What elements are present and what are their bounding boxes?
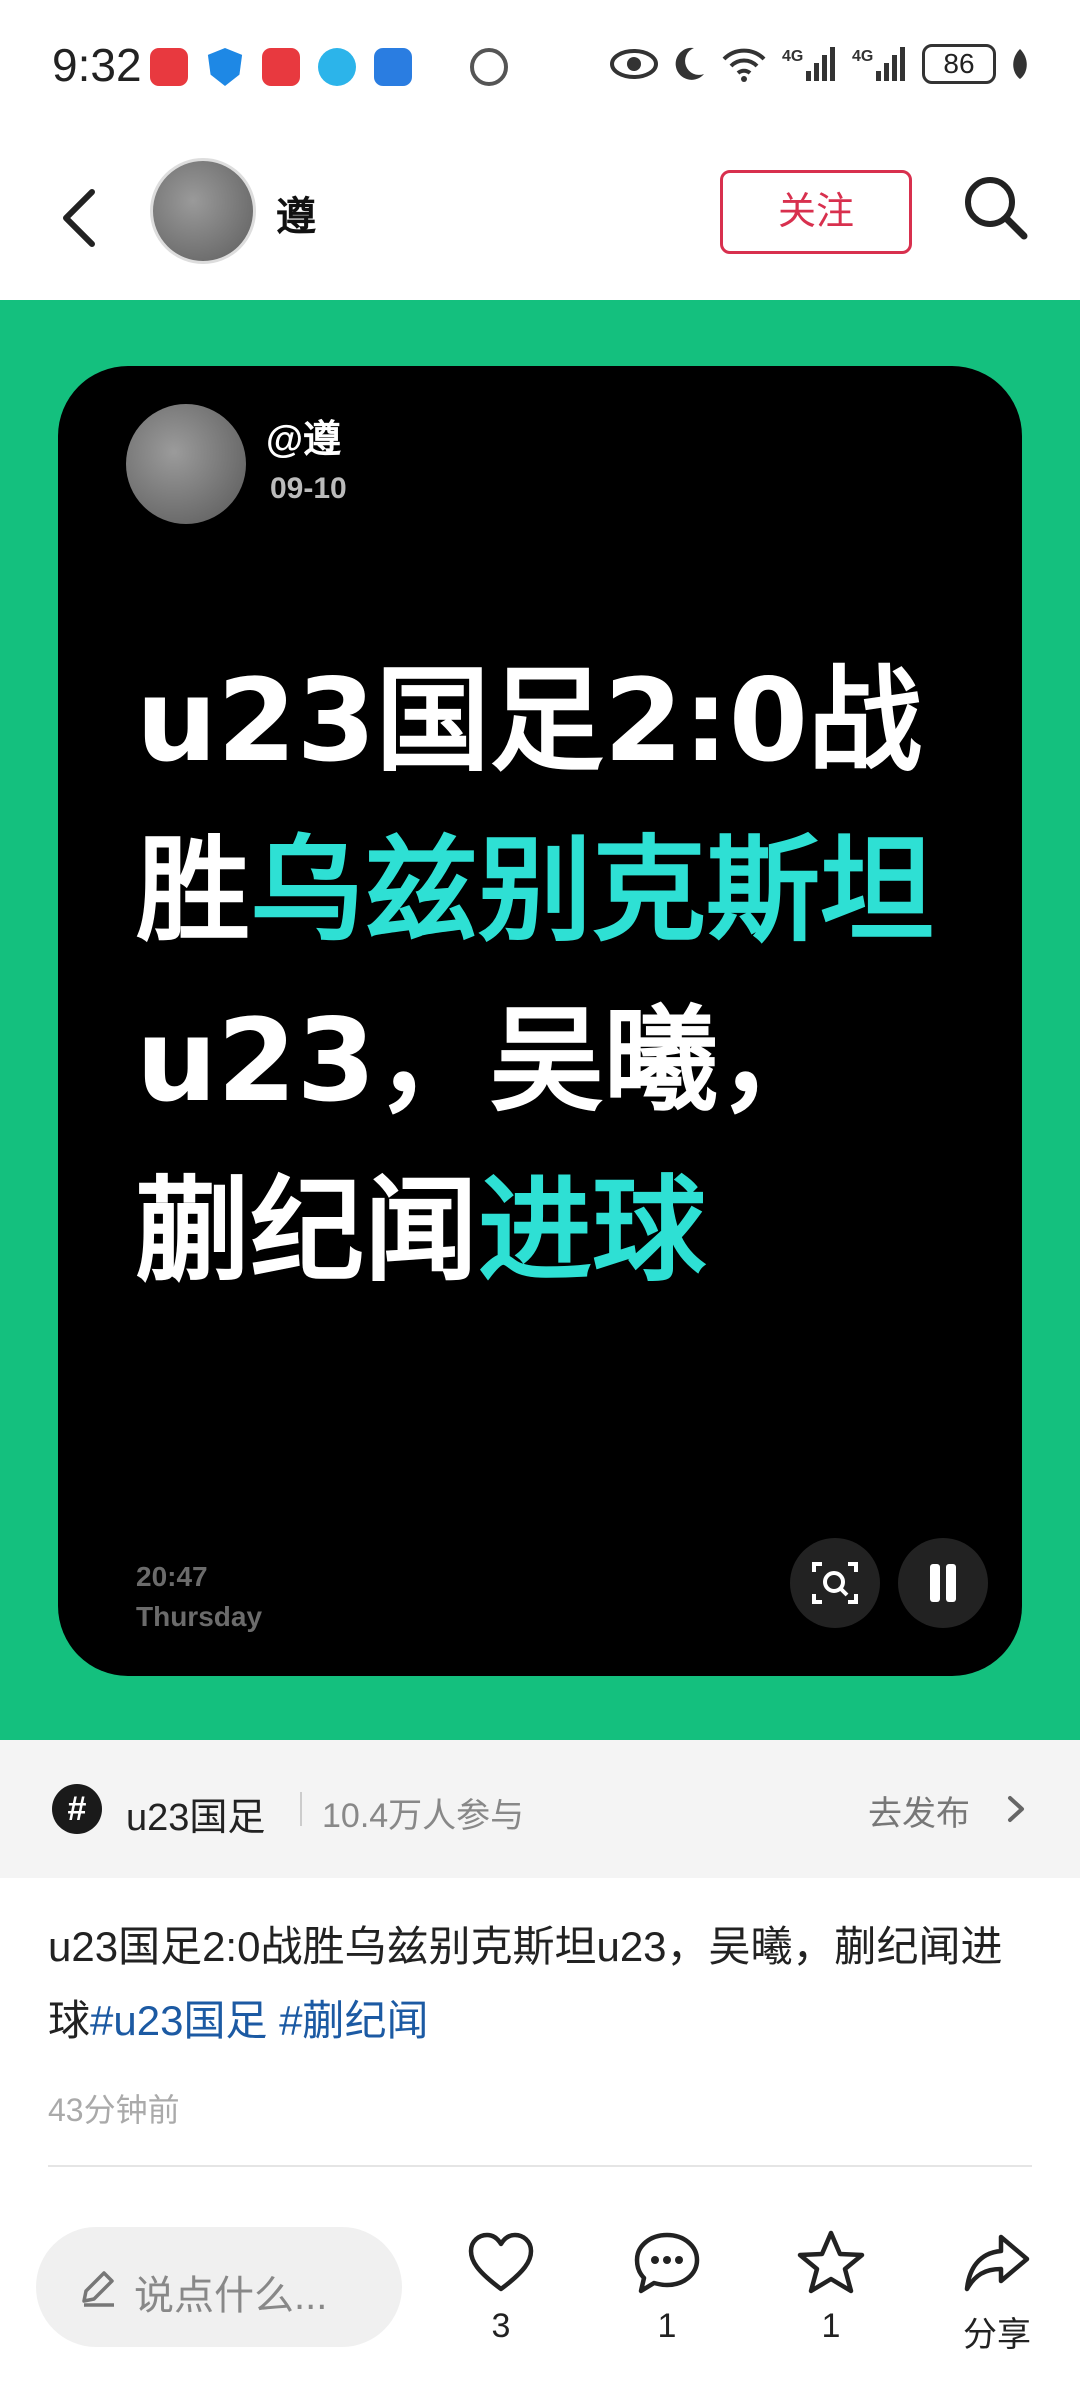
favorite-count: 1 (821, 2307, 841, 2345)
topic-participants: 10.4万人参与 (322, 1797, 525, 1835)
post-time: 43分钟前 (48, 2092, 180, 2128)
system-icons: 4G 4G 86 (610, 44, 1030, 84)
media-area: @遵 09-10 u23国足2:0战胜乌兹别克斯坦u23，吴曦，蒯纪闻进球 20… (0, 300, 1080, 1740)
huawei-app-icon (262, 48, 300, 86)
header: 遵 关注 (0, 140, 1080, 300)
like-button[interactable]: 3 (446, 2227, 556, 2377)
hashtag-link[interactable]: #蒯纪闻 (279, 1997, 428, 2044)
favorite-button[interactable]: 1 (776, 2227, 886, 2377)
status-bar: 9:32 4G 4G 86 (0, 0, 1080, 130)
card-date: 09-10 (270, 472, 347, 505)
comment-count: 1 (657, 2307, 677, 2345)
star-icon (797, 2230, 865, 2294)
share-icon (964, 2234, 1030, 2292)
headline-part-highlight: 乌兹别克斯坦 (250, 824, 935, 957)
moon-icon (675, 47, 704, 80)
svg-text:4G: 4G (782, 48, 803, 65)
blue-app-icon (374, 48, 412, 86)
divider (48, 2165, 1032, 2167)
header-username[interactable]: 遵 (276, 184, 316, 242)
heart-icon (468, 2232, 534, 2292)
signal-4g-icon: 4G (852, 47, 905, 81)
comment-bubble-icon (634, 2232, 700, 2294)
like-count: 3 (491, 2307, 511, 2345)
card-username: @遵 (266, 419, 342, 461)
notification-icons (150, 48, 508, 86)
pause-icon (930, 1564, 940, 1602)
image-scan-button[interactable] (790, 1538, 880, 1628)
comment-placeholder: 说点什么... (134, 2274, 328, 2318)
signal-4g-icon: 4G (782, 47, 835, 81)
shield-app-icon (207, 48, 243, 86)
browser-app-icon (318, 48, 356, 86)
chevron-left-icon (63, 189, 95, 247)
hashtag-link[interactable]: #u23国足 (90, 1997, 267, 2044)
card-time: 20:47 (136, 1561, 208, 1592)
battery-indicator: 86 (922, 44, 996, 84)
share-label: 分享 (963, 2316, 1031, 2354)
leaf-icon (1013, 49, 1027, 79)
pause-icon (946, 1564, 956, 1602)
share-button[interactable]: 分享 (942, 2227, 1052, 2377)
comment-button[interactable]: 1 (612, 2227, 722, 2377)
topic-name[interactable]: u23国足 (126, 1786, 265, 1841)
card-day: Thursday (136, 1601, 263, 1632)
search-button[interactable] (960, 172, 1030, 242)
svg-text:4G: 4G (852, 48, 873, 65)
eye-icon (610, 49, 658, 79)
search-icon (965, 177, 1028, 240)
headline-part-highlight: 进球 (478, 1164, 707, 1297)
divider (300, 1792, 302, 1826)
follow-button[interactable]: 关注 (720, 170, 912, 254)
data-saver-icon (470, 48, 508, 86)
post-image-card[interactable]: @遵 09-10 u23国足2:0战胜乌兹别克斯坦u23，吴曦，蒯纪闻进球 20… (58, 366, 1022, 1676)
publish-link[interactable]: 去发布 (868, 1786, 970, 1835)
card-headline: u23国足2:0战胜乌兹别克斯坦u23，吴曦，蒯纪闻进球 (136, 636, 936, 1316)
avatar[interactable] (150, 158, 256, 264)
pencil-icon (82, 2271, 114, 2307)
huawei-app-icon (150, 48, 188, 86)
scan-icon (812, 1562, 858, 1604)
bottom-action-bar: 说点什么... 3 1 1 分享 (0, 2205, 1080, 2388)
topic-bar[interactable]: # u23国足 10.4万人参与 去发布 (0, 1740, 1080, 1878)
status-time: 9:32 (52, 39, 142, 91)
pause-button[interactable] (898, 1538, 988, 1628)
chevron-right-icon (1008, 1796, 1024, 1822)
hashtag-icon: # (52, 1784, 102, 1834)
comment-input[interactable]: 说点什么... (36, 2227, 402, 2347)
card-avatar (126, 404, 246, 524)
post-body: u23国足2:0战胜乌兹别克斯坦u23，吴曦，蒯纪闻进球#u23国足 #蒯纪闻 (48, 1910, 1038, 2058)
wifi-icon (722, 48, 766, 82)
back-button[interactable] (50, 178, 110, 258)
